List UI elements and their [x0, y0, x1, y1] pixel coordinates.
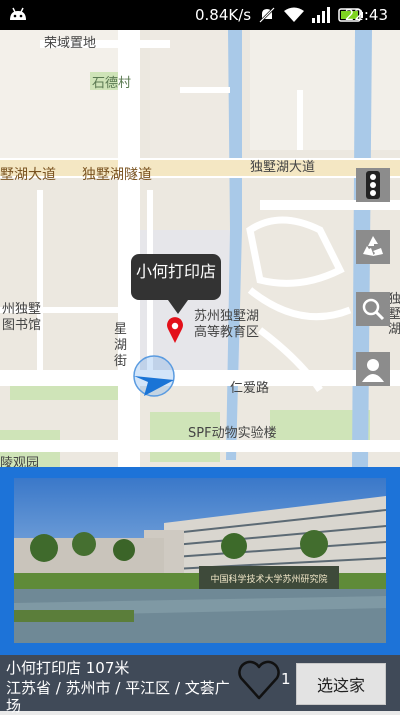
status-bar: 0.84K/s 22:43 [0, 0, 400, 30]
shop-photo-image: 中国科学技术大学苏州研究院 [14, 478, 386, 643]
poi-library-2[interactable]: 图书馆 [2, 314, 41, 333]
person-icon [362, 359, 384, 382]
choose-shop-button[interactable]: 选这家 [296, 663, 386, 705]
road-label-tunnel: 独墅湖隧道 [82, 167, 152, 183]
poi-shidan[interactable]: 石德村 [92, 72, 131, 91]
shop-callout[interactable]: 小何打印店 [131, 254, 221, 314]
photo-sign-text: 中国科学技术大学苏州研究院 [210, 573, 327, 585]
map-view[interactable]: 荣域置地 石德村 墅湖大道 独墅湖隧道 独墅湖大道 州独墅 图书馆 星 湖 街 … [0, 30, 400, 467]
shop-name-distance: 小何打印店 107米 [6, 659, 130, 677]
shop-photo[interactable]: 中国科学技术大学苏州研究院 [14, 478, 386, 643]
callout-title: 小何打印店 [135, 262, 216, 281]
search-button[interactable] [356, 292, 390, 326]
location-pin-icon[interactable] [166, 317, 184, 343]
shop-info-bar: 小何打印店 107米 江苏省 / 苏州市 / 平江区 / 文荟广场 1 选这家 [0, 655, 400, 715]
road-renai: 仁爱路 [230, 381, 270, 396]
heart-icon[interactable] [236, 658, 282, 702]
traffic-button[interactable] [356, 168, 390, 202]
net-speed: 0.84K/s [195, 6, 252, 24]
traffic-light-icon [366, 171, 380, 199]
poi-lingguan[interactable]: 陵观园 [0, 452, 39, 467]
road-xinghu-3: 街 [114, 354, 128, 369]
recycle-button[interactable] [356, 230, 390, 264]
recycle-icon [363, 236, 383, 256]
poi-spf[interactable]: SPF动物实验楼 [188, 422, 277, 441]
current-location-icon [133, 355, 175, 397]
shop-photo-frame: 中国科学技术大学苏州研究院 [0, 467, 400, 655]
search-icon [362, 298, 385, 321]
like-count: 1 [281, 670, 291, 688]
shop-address: 江苏省 / 苏州市 / 平江区 / 文荟广场 [6, 679, 230, 715]
mute-icon [259, 7, 275, 23]
poi-campus-2[interactable]: 高等教育区 [194, 321, 259, 340]
poi-rongyu[interactable]: 荣域置地 [44, 32, 96, 51]
signal-icon [312, 7, 330, 23]
wifi-icon [284, 7, 304, 22]
android-icon [10, 7, 26, 20]
profile-button[interactable] [356, 352, 390, 386]
clock: 22:43 [344, 6, 388, 24]
road-label-left: 墅湖大道 [0, 167, 56, 183]
road-label-avenue: 独墅湖大道 [250, 160, 316, 175]
map-base [0, 30, 400, 467]
